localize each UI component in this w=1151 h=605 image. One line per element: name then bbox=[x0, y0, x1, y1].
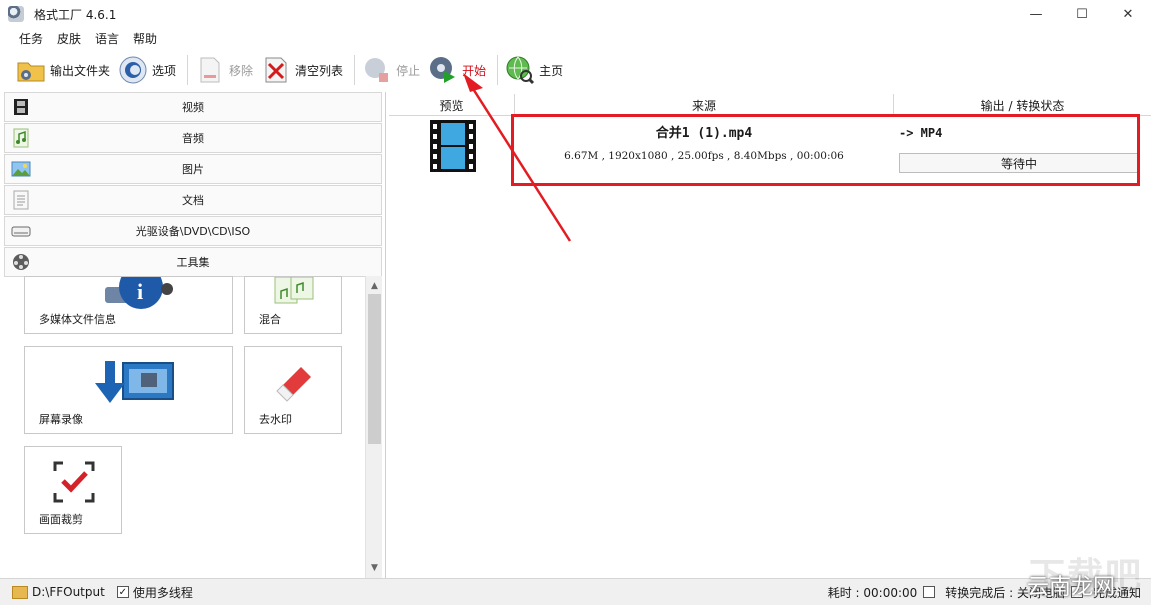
tool-mix[interactable]: 混合 bbox=[244, 276, 342, 334]
folder-icon bbox=[17, 62, 45, 82]
clear-list-button[interactable]: 清空列表 bbox=[259, 52, 349, 88]
svg-text:i: i bbox=[137, 279, 143, 304]
mix-audio-icon bbox=[274, 277, 314, 304]
clear-list-icon bbox=[265, 57, 287, 83]
start-label: 开始 bbox=[462, 63, 487, 78]
film-icon bbox=[14, 99, 28, 115]
tool-label: 屏幕录像 bbox=[39, 413, 83, 426]
eraser-icon bbox=[276, 367, 311, 402]
task-row[interactable]: 合并1 (1).mp4 6.67M , 1920x1080 , 25.00fps… bbox=[389, 116, 1151, 178]
multithread-checkbox[interactable]: ✓ bbox=[116, 586, 129, 598]
menu-help[interactable]: 帮助 bbox=[126, 30, 164, 47]
stop-icon bbox=[365, 58, 389, 82]
tool-label: 去水印 bbox=[259, 413, 292, 426]
media-info-icon: i bbox=[105, 277, 173, 309]
column-preview[interactable]: 预览 bbox=[389, 94, 515, 116]
options-icon bbox=[119, 56, 147, 84]
scroll-up-icon[interactable]: ▲ bbox=[366, 278, 383, 294]
tools-grid: i 多媒体文件信息 混合 屏幕录像 去水印 画面裁剪 bbox=[4, 276, 364, 576]
window-title: 格式工厂 4.6.1 bbox=[34, 7, 117, 22]
menu-bar: 任务 皮肤 语言 帮助 bbox=[0, 28, 1151, 48]
remove-label: 移除 bbox=[229, 63, 254, 78]
title-bar: 格式工厂 4.6.1 — ☐ ✕ bbox=[0, 0, 1151, 28]
crop-check-icon bbox=[53, 461, 95, 503]
options-button[interactable]: 选项 bbox=[116, 52, 182, 88]
home-label: 主页 bbox=[539, 63, 564, 78]
menu-language[interactable]: 语言 bbox=[88, 30, 126, 47]
stop-label: 停止 bbox=[396, 63, 421, 78]
audio-note-icon bbox=[13, 128, 29, 148]
maximize-button[interactable]: ☐ bbox=[1059, 0, 1105, 28]
minimize-button[interactable]: — bbox=[1013, 0, 1059, 28]
tool-label: 画面裁剪 bbox=[39, 513, 83, 526]
toolbar: 输出文件夹 选项 移除 清空列表 停止 开始 主页 bbox=[0, 50, 1151, 90]
category-label: 工具集 bbox=[176, 256, 210, 269]
status-bar: D:\FFOutput ✓ 使用多线程 耗时 : 00:00:00 转换完成后 … bbox=[0, 578, 1151, 605]
output-folder-label: 输出文件夹 bbox=[50, 63, 111, 78]
category-image[interactable]: 图片 bbox=[4, 154, 382, 184]
document-icon bbox=[13, 190, 29, 210]
category-toolbox[interactable]: 工具集 bbox=[4, 247, 382, 277]
toolbar-separator bbox=[497, 55, 499, 85]
task-list-header: 预览 来源 输出 / 转换状态 bbox=[389, 94, 1151, 116]
multithread-label: 使用多线程 bbox=[132, 585, 193, 600]
elapsed-time: 耗时 : 00:00:00 bbox=[827, 585, 918, 600]
options-label: 选项 bbox=[152, 63, 177, 78]
watermark-text-2: 云南龙网 bbox=[1026, 575, 1115, 600]
tool-label: 多媒体文件信息 bbox=[39, 313, 116, 326]
category-audio[interactable]: 音频 bbox=[4, 123, 382, 153]
screen-record-icon bbox=[95, 361, 174, 403]
left-panel: 视频 音频 图片 文档 光驱设备\DVD\CD\ISO 工具集 i 多媒体文件信… bbox=[0, 92, 386, 578]
tool-crop[interactable]: 画面裁剪 bbox=[24, 446, 122, 534]
source-file-info: 6.67M , 1920x1080 , 25.00fps , 8.40Mbps … bbox=[564, 150, 844, 162]
output-folder-button[interactable]: 输出文件夹 bbox=[14, 52, 116, 88]
category-optical-drive[interactable]: 光驱设备\DVD\CD\ISO bbox=[4, 216, 382, 246]
start-button[interactable]: 开始 bbox=[426, 52, 492, 88]
clear-list-label: 清空列表 bbox=[295, 63, 344, 78]
home-globe-icon bbox=[506, 56, 535, 85]
column-output-status[interactable]: 输出 / 转换状态 bbox=[894, 94, 1151, 116]
app-icon bbox=[8, 6, 24, 22]
toolbar-separator bbox=[354, 55, 356, 85]
output-path: D:\FFOutput bbox=[32, 585, 105, 599]
category-label: 音频 bbox=[182, 132, 204, 145]
stop-button[interactable]: 停止 bbox=[360, 52, 426, 88]
source-file-name: 合并1 (1).mp4 bbox=[655, 126, 753, 141]
tools-scrollbar[interactable]: ▲ ▼ bbox=[365, 276, 382, 578]
category-document[interactable]: 文档 bbox=[4, 185, 382, 215]
category-label: 视频 bbox=[182, 101, 204, 114]
category-label: 文档 bbox=[182, 194, 204, 207]
start-icon bbox=[430, 57, 456, 83]
output-format: -> MP4 bbox=[899, 126, 943, 140]
window-controls: — ☐ ✕ bbox=[1013, 0, 1151, 28]
category-label: 图片 bbox=[182, 163, 204, 176]
tool-screen-record[interactable]: 屏幕录像 bbox=[24, 346, 233, 434]
remove-button[interactable]: 移除 bbox=[193, 52, 259, 88]
category-label: 光驱设备\DVD\CD\ISO bbox=[135, 225, 251, 238]
task-list: 预览 来源 输出 / 转换状态 合并1 (1).mp4 6.67M , 1920… bbox=[389, 92, 1151, 578]
scroll-down-icon[interactable]: ▼ bbox=[366, 560, 383, 576]
video-thumbnail-icon bbox=[430, 120, 476, 172]
home-button[interactable]: 主页 bbox=[503, 52, 569, 88]
toolbar-separator bbox=[187, 55, 189, 85]
tool-label: 混合 bbox=[259, 313, 281, 326]
output-path-area: D:\FFOutput ✓ 使用多线程 bbox=[12, 584, 193, 601]
menu-task[interactable]: 任务 bbox=[12, 30, 50, 47]
tool-media-info[interactable]: i 多媒体文件信息 bbox=[24, 276, 233, 334]
film-reel-icon bbox=[13, 254, 29, 270]
menu-skin[interactable]: 皮肤 bbox=[50, 30, 88, 47]
optical-drive-icon bbox=[11, 226, 31, 237]
scroll-thumb[interactable] bbox=[368, 294, 381, 444]
tool-remove-watermark[interactable]: 去水印 bbox=[244, 346, 342, 434]
category-video[interactable]: 视频 bbox=[4, 92, 382, 122]
conversion-status: 等待中 bbox=[899, 153, 1139, 173]
close-button[interactable]: ✕ bbox=[1105, 0, 1151, 28]
remove-icon bbox=[200, 57, 220, 83]
after-convert-checkbox[interactable] bbox=[923, 586, 936, 598]
folder-icon[interactable] bbox=[12, 585, 28, 599]
picture-icon bbox=[11, 161, 31, 177]
column-source[interactable]: 来源 bbox=[515, 94, 894, 116]
